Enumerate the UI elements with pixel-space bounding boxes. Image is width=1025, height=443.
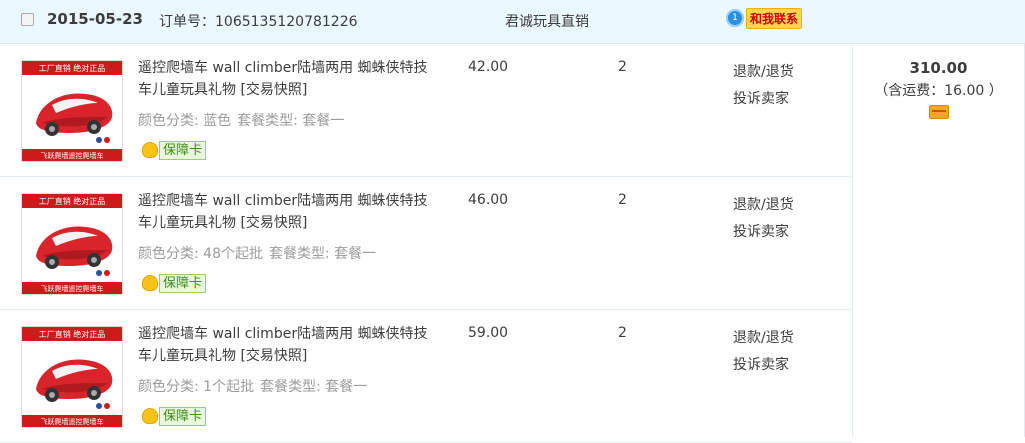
product-thumbnail[interactable]: 工厂直销 绝对正品 飞跃爬墙遥控爬墙车 <box>21 193 123 295</box>
item-quantity: 2 <box>618 192 627 208</box>
complain-link[interactable]: 投诉卖家 <box>733 86 794 113</box>
contact-icon: 1 <box>726 9 744 27</box>
badge-label: 保障卡 <box>159 273 207 293</box>
spec-color: 颜色分类: 48个起批 <box>138 246 263 262</box>
thumb-top-text: 工厂直销 绝对正品 <box>39 63 106 73</box>
complain-link[interactable]: 投诉卖家 <box>733 352 794 379</box>
spec-type: 套餐类型: 套餐一 <box>237 113 345 129</box>
thumb-bottom-text: 飞跃爬墙遥控爬墙车 <box>41 151 104 160</box>
order-number: 订单号：1065135120781226 <box>159 14 358 30</box>
complain-link[interactable]: 投诉卖家 <box>733 219 794 246</box>
shop-name[interactable]: 君诚玩具直销 <box>505 11 589 31</box>
guarantee-badge[interactable]: 保障卡 <box>142 406 207 426</box>
badge-label: 保障卡 <box>159 140 207 160</box>
item-row: 工厂直销 绝对正品 飞跃爬墙遥控爬墙车 遥控爬墙车 wall climber陆墙… <box>0 310 852 443</box>
thumb-bottom-text: 飞跃爬墙遥控爬墙车 <box>41 417 104 426</box>
product-spec: 颜色分类: 1个起批 套餐类型: 套餐一 <box>138 376 373 396</box>
item-price: 46.00 <box>468 192 509 208</box>
order-date: 2015-05-23 <box>47 10 143 28</box>
contact-seller-button[interactable]: 1 和我联系 <box>726 7 803 29</box>
item-price: 59.00 <box>468 325 509 341</box>
item-price: 42.00 <box>468 59 509 75</box>
spec-color: 颜色分类: 1个起批 <box>138 379 255 395</box>
item-operations: 退款/退货 投诉卖家 <box>733 325 794 379</box>
spec-type: 套餐类型: 套餐一 <box>268 246 377 262</box>
item-quantity: 2 <box>618 59 627 75</box>
product-thumbnail[interactable]: 工厂直销 绝对正品 飞跃爬墙遥控爬墙车 <box>21 326 123 428</box>
guarantee-badge[interactable]: 保障卡 <box>142 273 207 293</box>
order-total: 310.00 （含运费：16.00 ） <box>852 44 1024 437</box>
refund-link[interactable]: 退款/退货 <box>733 192 794 219</box>
total-amount: 310.00 <box>909 59 968 77</box>
item-row: 工厂直销 绝对正品 飞跃爬墙遥控爬墙车 遥控爬墙车 wall climber陆墙… <box>0 44 852 177</box>
thumb-bottom-text: 飞跃爬墙遥控爬墙车 <box>41 284 104 293</box>
payment-card-icon[interactable] <box>928 105 949 119</box>
badge-label: 保障卡 <box>159 406 207 426</box>
badge-leaf-icon <box>142 408 158 424</box>
product-spec: 颜色分类: 48个起批 套餐类型: 套餐一 <box>138 243 382 263</box>
badge-leaf-icon <box>142 275 158 291</box>
product-title-link[interactable]: 遥控爬墙车 wall climber陆墙两用 蜘蛛侠特技车儿童玩具礼物 [交易快… <box>138 190 428 234</box>
product-title-link[interactable]: 遥控爬墙车 wall climber陆墙两用 蜘蛛侠特技车儿童玩具礼物 [交易快… <box>138 57 428 101</box>
order-checkbox[interactable] <box>21 13 34 26</box>
item-operations: 退款/退货 投诉卖家 <box>733 59 794 113</box>
product-title-link[interactable]: 遥控爬墙车 wall climber陆墙两用 蜘蛛侠特技车儿童玩具礼物 [交易快… <box>138 323 428 367</box>
thumb-top-text: 工厂直销 绝对正品 <box>39 329 106 339</box>
guarantee-badge[interactable]: 保障卡 <box>142 140 207 160</box>
spec-color: 颜色分类: 蓝色 <box>138 113 232 129</box>
product-spec: 颜色分类: 蓝色 套餐类型: 套餐一 <box>138 110 350 130</box>
spec-type: 套餐类型: 套餐一 <box>260 379 368 395</box>
item-row: 工厂直销 绝对正品 飞跃爬墙遥控爬墙车 遥控爬墙车 wall climber陆墙… <box>0 177 852 310</box>
item-operations: 退款/退货 投诉卖家 <box>733 192 794 246</box>
order-header: 2015-05-23 订单号：1065135120781226 君诚玩具直销 1… <box>0 0 1025 44</box>
refund-link[interactable]: 退款/退货 <box>733 59 794 86</box>
order-card: 2015-05-23 订单号：1065135120781226 君诚玩具直销 1… <box>0 0 1025 443</box>
contact-label: 和我联系 <box>746 7 803 29</box>
thumb-top-text: 工厂直销 绝对正品 <box>39 196 106 206</box>
refund-link[interactable]: 退款/退货 <box>733 325 794 352</box>
shipping-fee: （含运费：16.00 ） <box>874 83 1003 99</box>
badge-leaf-icon <box>142 142 158 158</box>
item-quantity: 2 <box>618 325 627 341</box>
product-thumbnail[interactable]: 工厂直销 绝对正品 飞跃爬墙遥控爬墙车 <box>21 60 123 162</box>
